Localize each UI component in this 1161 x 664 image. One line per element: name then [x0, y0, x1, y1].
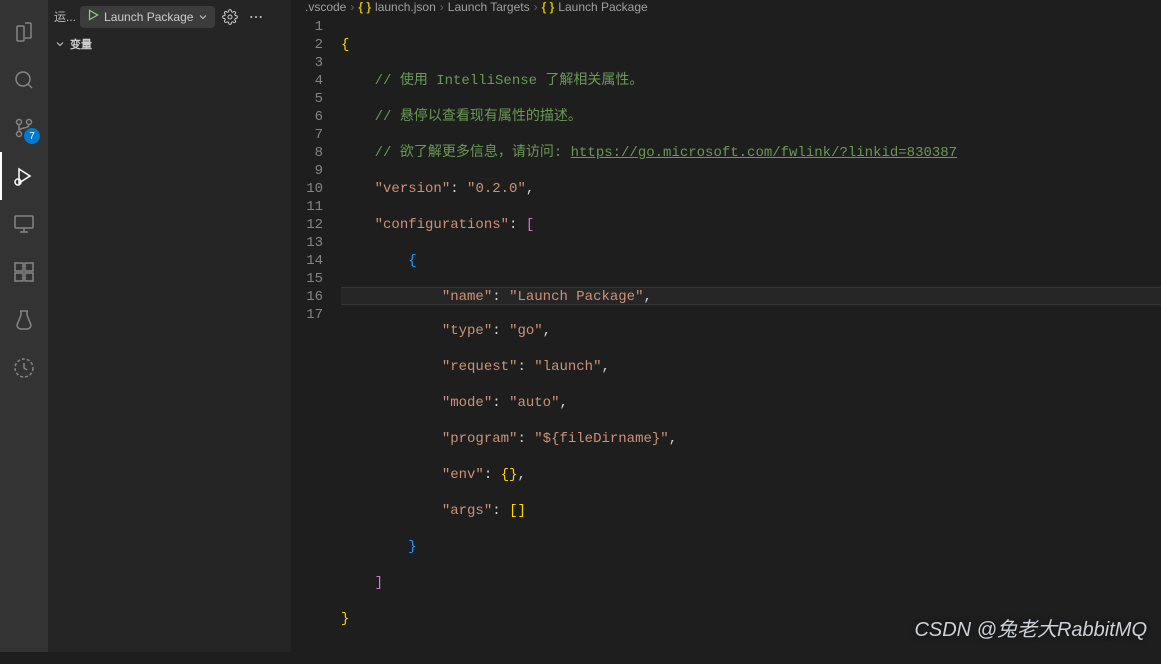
- code-content[interactable]: { // 使用 IntelliSense 了解相关属性。 // 悬停以查看现有属…: [341, 14, 1161, 664]
- debug-toolbar: 运... Launch Package: [48, 0, 291, 33]
- json-file-icon: { }: [358, 0, 371, 14]
- history-icon[interactable]: [0, 344, 48, 392]
- variables-panel: [48, 55, 291, 652]
- source-control-icon[interactable]: 7: [0, 104, 48, 152]
- chevron-down-icon: [54, 38, 66, 50]
- variables-title: 变量: [70, 36, 92, 52]
- watermark: CSDN @兔老大RabbitMQ: [914, 613, 1147, 642]
- activity-bar: 7: [0, 0, 48, 652]
- chevron-right-icon: ›: [350, 0, 354, 14]
- run-debug-icon[interactable]: [0, 152, 48, 200]
- toolbar-label: 运...: [54, 8, 76, 25]
- launch-config-selector[interactable]: Launch Package: [80, 6, 215, 28]
- testing-icon[interactable]: [0, 296, 48, 344]
- breadcrumb-item[interactable]: Launch Package: [558, 0, 647, 14]
- line-gutter: 1234567891011121314151617: [291, 14, 341, 664]
- chevron-down-icon: [197, 11, 209, 23]
- breadcrumb[interactable]: .vscode › { } launch.json › Launch Targe…: [291, 0, 1161, 14]
- variables-section-header[interactable]: 变量: [48, 33, 291, 55]
- breadcrumb-section[interactable]: Launch Targets: [448, 0, 530, 14]
- scm-badge: 7: [24, 128, 40, 144]
- launch-config-name: Launch Package: [104, 10, 193, 24]
- play-icon: [86, 8, 100, 25]
- editor-group: GOmain.go1 GOdemo.impl.go1 { }launch.jso…: [291, 0, 1161, 652]
- chevron-right-icon: ›: [440, 0, 444, 14]
- code-editor[interactable]: 1234567891011121314151617 { // 使用 Intell…: [291, 14, 1161, 664]
- search-icon[interactable]: [0, 56, 48, 104]
- extensions-icon[interactable]: [0, 248, 48, 296]
- remote-explorer-icon[interactable]: [0, 200, 48, 248]
- more-icon[interactable]: [245, 6, 267, 28]
- chevron-right-icon: ›: [534, 0, 538, 14]
- json-object-icon: { }: [542, 0, 555, 14]
- explorer-icon[interactable]: [0, 8, 48, 56]
- breadcrumb-folder[interactable]: .vscode: [305, 0, 346, 14]
- breadcrumb-file[interactable]: launch.json: [375, 0, 436, 14]
- debug-sidebar: 运... Launch Package 变量: [48, 0, 291, 652]
- gear-icon[interactable]: [219, 6, 241, 28]
